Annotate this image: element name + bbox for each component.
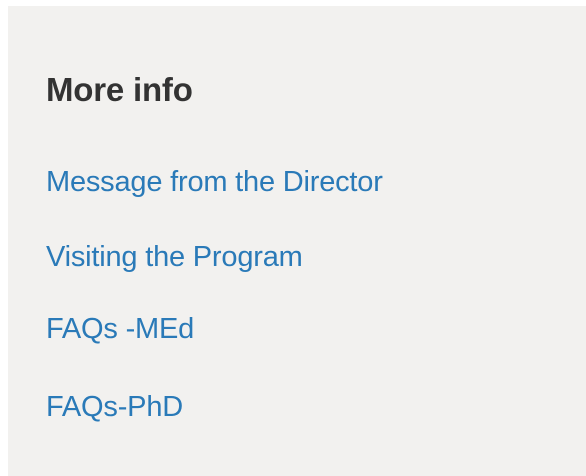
more-info-panel: More info Message from the Director Visi… (8, 6, 586, 476)
list-item: FAQs-PhD (46, 389, 183, 425)
faqs-med-link[interactable]: FAQs -MEd (46, 313, 194, 345)
panel-title: More info (46, 71, 193, 108)
list-item: Message from the Director (46, 164, 383, 200)
visiting-program-link[interactable]: Visiting the Program (46, 241, 303, 273)
list-item: FAQs -MEd (46, 311, 194, 347)
faqs-phd-link[interactable]: FAQs-PhD (46, 391, 183, 423)
list-item: Visiting the Program (46, 239, 303, 275)
message-from-director-link[interactable]: Message from the Director (46, 166, 383, 198)
